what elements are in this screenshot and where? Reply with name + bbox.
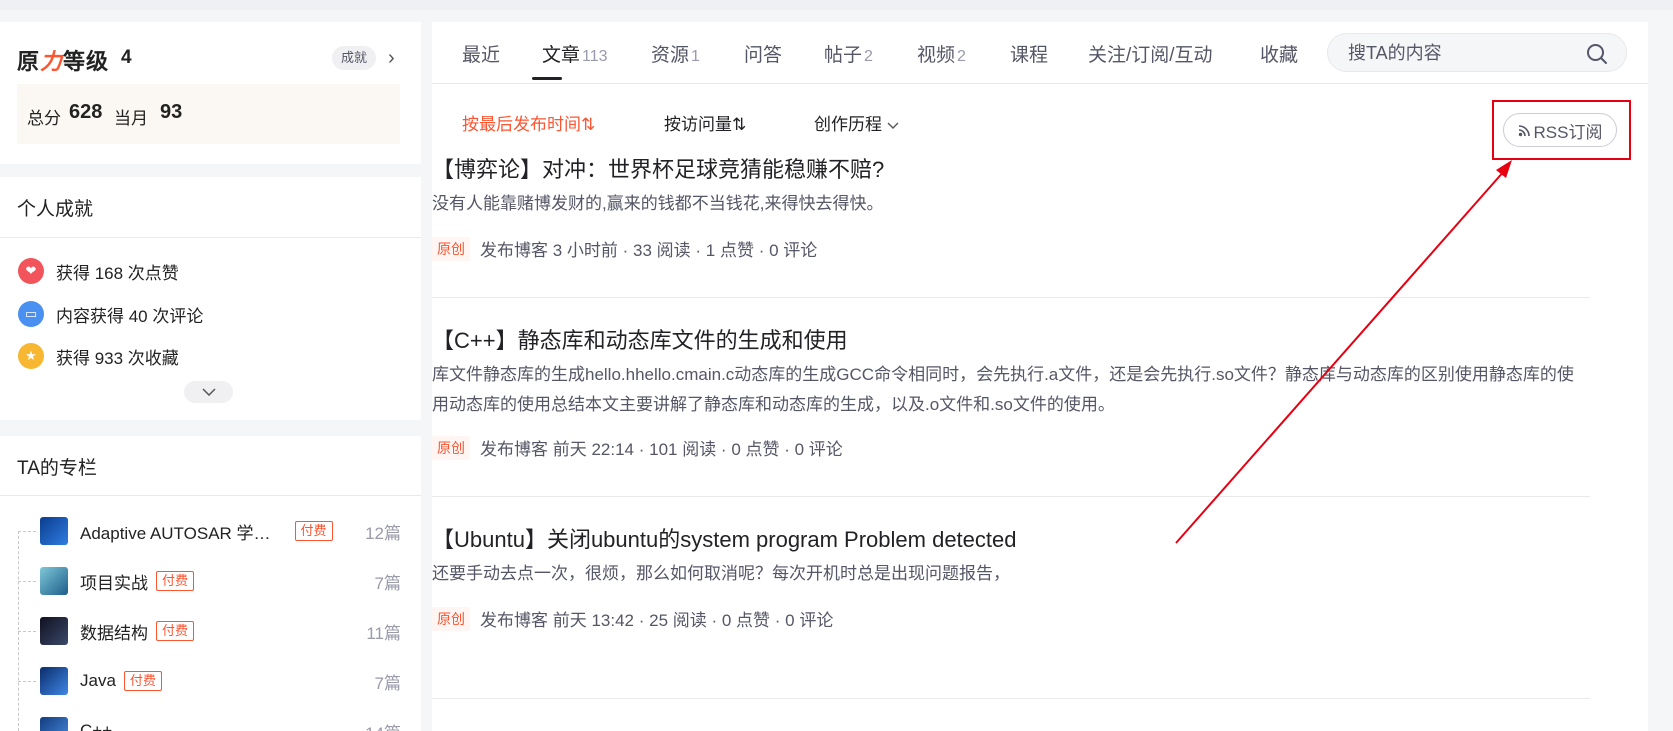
tab-favorites[interactable]: 收藏: [1260, 40, 1298, 67]
chevron-down-icon: [887, 122, 899, 129]
comment-badge-icon: ▭: [18, 301, 44, 327]
achievement-item: ❤ 获得 168 次点赞: [18, 256, 179, 286]
tab-qa[interactable]: 问答: [744, 40, 782, 67]
article-description[interactable]: 还要手动去点一次，很烦，那么如何取消呢？每次开机时总是出现问题报告，: [432, 559, 1582, 589]
article-description[interactable]: 库文件静态库的生成hello.hhello.cmain.c动态库的生成GCC命令…: [432, 360, 1582, 420]
column-name: 项目实战: [80, 573, 148, 593]
main-panel: 最近 文章113 资源1 问答 帖子2 视频2 课程 关注/订阅/互动 收藏 按…: [432, 22, 1648, 731]
sort-by-publish-time[interactable]: 按最后发布时间⇅: [462, 110, 595, 135]
page: 原力等级 4 成就 › 总分 628 当月 93 个人成就 ❤ 获得 168 次…: [0, 0, 1673, 731]
rss-subscribe-button[interactable]: RSS订阅: [1503, 113, 1617, 147]
column-count: 14篇: [365, 719, 401, 731]
sort-bar: 按最后发布时间⇅ 按访问量⇅ 创作历程: [432, 84, 1648, 156]
chevron-down-icon: [201, 388, 216, 396]
achievement-button[interactable]: 成就: [332, 46, 377, 70]
star-badge-icon: ★: [18, 343, 44, 369]
column-count: 7篇: [374, 673, 401, 693]
article-title[interactable]: 【C++】静态库和动态库文件的生成和使用: [432, 323, 848, 355]
level-value: 4: [121, 47, 132, 68]
original-tag: 原创: [432, 435, 470, 460]
tab-articles[interactable]: 文章 113: [542, 40, 608, 67]
divider: [432, 496, 1590, 497]
column-item[interactable]: C++ 14篇: [18, 715, 401, 731]
article-title[interactable]: 【博弈论】对冲：世界杯足球竞猜能稳赚不赔?: [432, 152, 884, 184]
achievements-title: 个人成就: [17, 199, 94, 220]
tab-bar: 最近 文章 113 资源 1 问答 帖子 2 视频 2 课程 关注/订阅/互动 收藏: [432, 22, 1648, 84]
sort-by-views[interactable]: 按访问量⇅: [664, 110, 746, 135]
tab-follow[interactable]: 关注/订阅/互动: [1088, 40, 1213, 67]
sort-arrows-icon: ⇅: [732, 115, 747, 134]
achievement-item: ★ 获得 933 次收藏: [18, 341, 179, 371]
paid-badge: 付费: [156, 621, 195, 641]
column-item[interactable]: Java 付费 7篇: [18, 665, 401, 697]
rss-icon: [1518, 124, 1530, 136]
paid-badge: 付费: [123, 671, 162, 691]
article-meta: 原创 发布博客 前天 13:42 · 25 阅读 · 0 点赞 · 0 评论: [432, 606, 833, 631]
tab-videos[interactable]: 视频 2: [917, 40, 966, 67]
column-name: 数据结构: [80, 623, 148, 643]
achievement-item: ▭ 内容获得 40 次评论: [18, 299, 203, 329]
score-label: 总分: [27, 109, 61, 128]
article-meta: 原创 发布博客 3 小时前 · 33 阅读 · 1 点赞 · 0 评论: [432, 236, 817, 261]
top-strip: [0, 0, 1673, 10]
tab-recent[interactable]: 最近: [462, 40, 500, 67]
search-icon[interactable]: [1586, 43, 1608, 65]
tab-courses[interactable]: 课程: [1010, 40, 1048, 67]
active-tab-underline: [532, 77, 562, 80]
column-name: C++: [80, 721, 113, 731]
original-tag: 原创: [432, 236, 470, 261]
column-name: Java: [80, 671, 116, 690]
article-title[interactable]: 【Ubuntu】关闭ubuntu的system program Problem …: [432, 522, 1016, 554]
like-badge-icon: ❤: [18, 258, 44, 284]
level-title: 原力等级: [17, 49, 110, 74]
column-item[interactable]: 项目实战 付费 7篇: [18, 565, 401, 597]
tab-posts[interactable]: 帖子 2: [824, 40, 873, 67]
score-box: 总分 628 当月 93: [17, 84, 400, 144]
column-thumbnail: [40, 717, 68, 731]
paid-badge: 付费: [156, 571, 195, 591]
divider: [0, 495, 421, 496]
column-count: 7篇: [374, 573, 401, 593]
original-tag: 原创: [432, 606, 470, 631]
search-box: [1327, 33, 1627, 72]
paid-badge: 付费: [294, 521, 333, 541]
month-value: 93: [160, 101, 183, 123]
month-label: 当月: [114, 109, 148, 128]
column-thumbnail: [40, 617, 68, 645]
tab-resources[interactable]: 资源 1: [651, 40, 700, 67]
column-count: 12篇: [365, 523, 401, 543]
level-title-brand: 力: [40, 49, 64, 74]
article-meta: 原创 发布博客 前天 22:14 · 101 阅读 · 0 点赞 · 0 评论: [432, 435, 843, 460]
score-value: 628: [69, 101, 103, 123]
sort-arrows-icon: ⇅: [581, 115, 596, 134]
expand-achievements-button[interactable]: [184, 381, 233, 403]
column-count: 11篇: [366, 623, 401, 643]
divider: [432, 297, 1590, 298]
column-name: Adaptive AUTOSAR 学…: [80, 523, 271, 543]
column-thumbnail: [40, 667, 68, 695]
column-item[interactable]: 数据结构 付费 11篇: [18, 615, 401, 647]
divider: [432, 698, 1590, 699]
column-thumbnail: [40, 517, 68, 545]
creation-history-dropdown[interactable]: 创作历程: [814, 110, 899, 135]
column-thumbnail: [40, 567, 68, 595]
chevron-right-icon[interactable]: ›: [388, 46, 395, 70]
search-input[interactable]: [1348, 42, 1568, 64]
article-description[interactable]: 没有人能靠赌博发财的,赢来的钱都不当钱花,来得快去得快。: [432, 189, 1582, 219]
divider: [0, 237, 421, 238]
columns-title: TA的专栏: [17, 458, 97, 479]
column-item[interactable]: Adaptive AUTOSAR 学… 付费 12篇: [18, 515, 401, 547]
